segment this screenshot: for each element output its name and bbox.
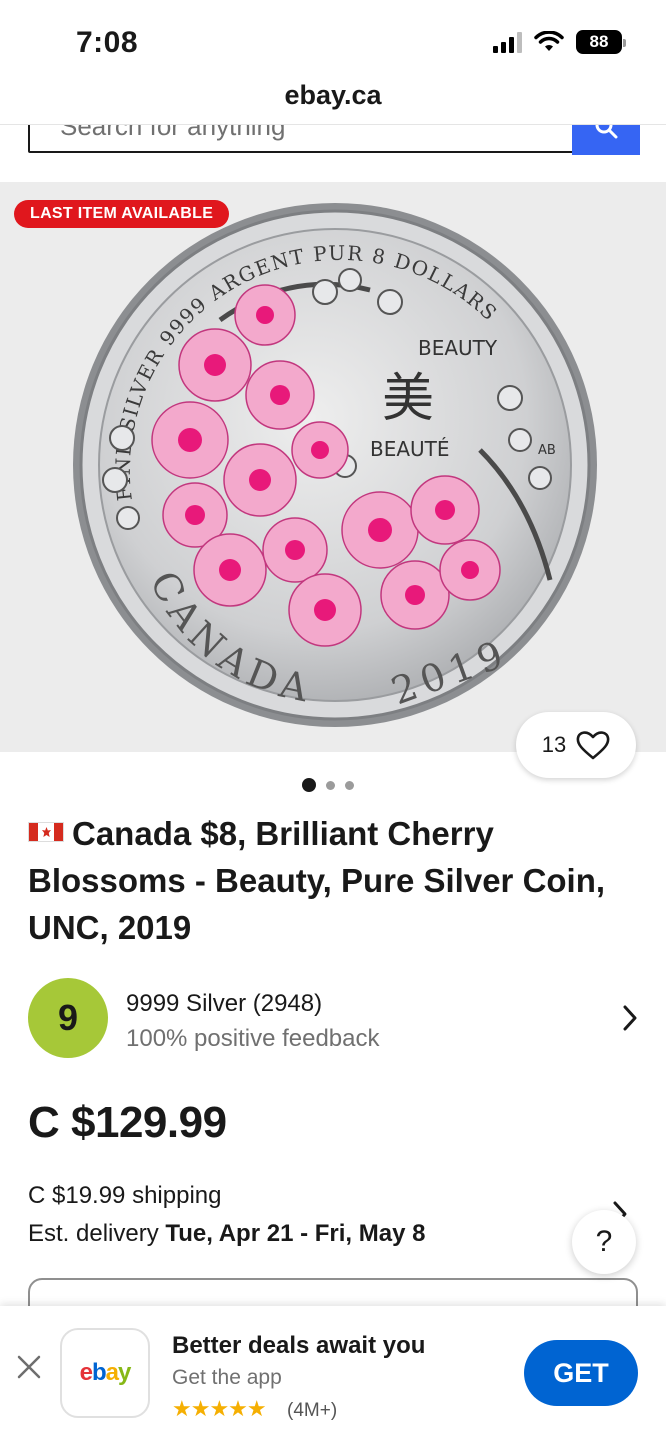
wifi-icon <box>534 31 564 51</box>
carousel-dot[interactable] <box>326 780 335 790</box>
coin-beauty-fr: BEAUTÉ <box>370 437 450 461</box>
search-placeholder: Search for anything <box>60 124 286 141</box>
get-app-button[interactable]: GET <box>524 1340 638 1406</box>
last-item-badge: LAST ITEM AVAILABLE <box>14 200 230 228</box>
close-icon[interactable] <box>16 1354 42 1380</box>
coin-initials: AB <box>538 443 556 458</box>
app-rating-count: (4M+) <box>287 1400 338 1421</box>
search-icon <box>595 125 618 139</box>
delivery-dates: Tue, Apr 21 - Fri, May 8 <box>165 1220 426 1247</box>
chevron-right-icon <box>623 1005 637 1031</box>
status-time: 7:08 <box>76 26 139 59</box>
listing-title-container: Canada $8, Brilliant Cherry Blossoms - B… <box>28 810 640 951</box>
help-button[interactable]: ? <box>572 1210 636 1274</box>
browser-url[interactable]: ebay.ca <box>0 80 666 124</box>
app-banner-subtitle: Get the app <box>172 1366 282 1389</box>
search-button[interactable] <box>572 125 640 155</box>
app-banner-headline: Better deals await you <box>172 1332 426 1359</box>
app-install-banner: ebay Better deals await you Get the app … <box>0 1306 666 1440</box>
watch-count: 13 <box>541 732 567 757</box>
coin-beauty-en: BEAUTY <box>418 336 498 360</box>
estimated-delivery: Est. delivery Tue, Apr 21 - Fri, May 8 <box>28 1220 425 1248</box>
search-input[interactable]: Search for anything <box>28 124 640 155</box>
cellular-signal-icon <box>493 31 522 53</box>
seller-name: 9999 Silver (2948) <box>126 990 323 1017</box>
watch-button[interactable]: 13 <box>516 712 636 778</box>
heart-icon <box>576 731 610 760</box>
ebay-logo: ebay <box>60 1328 150 1418</box>
coin-image[interactable]: FINE SILVER 9999 ARGENT PUR 8 DOLLARS BE… <box>70 200 600 730</box>
carousel-indicator <box>302 778 354 792</box>
avatar: 9 <box>28 978 108 1058</box>
carousel-dot[interactable] <box>345 780 354 790</box>
seller-info[interactable]: 9 9999 Silver (2948) 100% positive feedb… <box>28 978 640 1058</box>
seller-feedback: 100% positive feedback <box>126 1025 380 1052</box>
status-bar: 7:08 88 <box>0 0 666 80</box>
battery-icon: 88 <box>576 30 626 54</box>
coin-character: 美 <box>382 369 434 429</box>
shipping-cost: C $19.99 shipping <box>28 1182 222 1209</box>
delivery-label: Est. delivery <box>28 1220 159 1247</box>
star-rating-icon: ★★★★★ <box>172 1396 267 1421</box>
canada-flag-icon <box>28 822 64 842</box>
search-bar: Search for anything <box>0 124 666 164</box>
price: C $129.99 <box>28 1098 227 1147</box>
carousel-dot[interactable] <box>302 778 316 792</box>
listing-title: Canada $8, Brilliant Cherry Blossoms - B… <box>28 815 606 946</box>
status-icons: 88 <box>493 30 626 54</box>
